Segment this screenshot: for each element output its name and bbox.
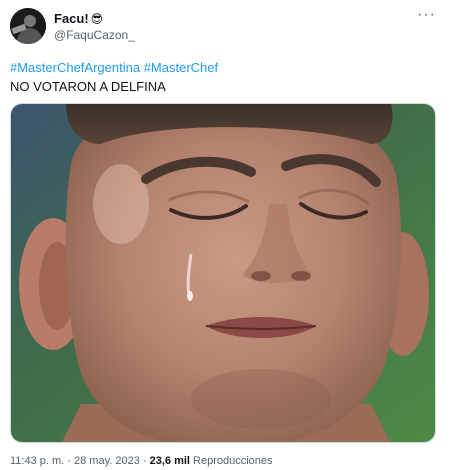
tweet-photo[interactable] bbox=[10, 103, 436, 443]
separator: · bbox=[64, 455, 74, 467]
hashtag-link[interactable]: #MasterChef bbox=[144, 60, 218, 75]
tweet-body: NO VOTARON A DELFINA bbox=[10, 79, 166, 94]
views-label: Reproducciones bbox=[189, 455, 273, 467]
tweet-text: #MasterChefArgentina #MasterChef NO VOTA… bbox=[10, 58, 218, 96]
more-options-icon[interactable]: ··· bbox=[417, 6, 436, 24]
sunglasses-emoji-icon: 😎 bbox=[90, 11, 104, 26]
hashtag-link[interactable]: #MasterChefArgentina bbox=[10, 60, 140, 75]
author-handle[interactable]: @FaquCazon_ bbox=[54, 28, 135, 42]
author-avatar[interactable] bbox=[10, 8, 46, 44]
author-display-name[interactable]: Facu! bbox=[54, 11, 89, 26]
tweet-metadata: 11:43 p. m. · 28 may. 2023 · 23,6 mil Re… bbox=[10, 455, 273, 467]
views-count: 23,6 mil bbox=[149, 455, 190, 467]
separator: · bbox=[139, 455, 150, 467]
author-name-row[interactable]: Facu! 😎 bbox=[54, 11, 103, 26]
tweet-date[interactable]: 28 may. 2023 bbox=[74, 455, 140, 467]
tweet-hashtags: #MasterChefArgentina #MasterChef bbox=[10, 58, 218, 77]
tweet-time[interactable]: 11:43 p. m. bbox=[10, 455, 64, 467]
